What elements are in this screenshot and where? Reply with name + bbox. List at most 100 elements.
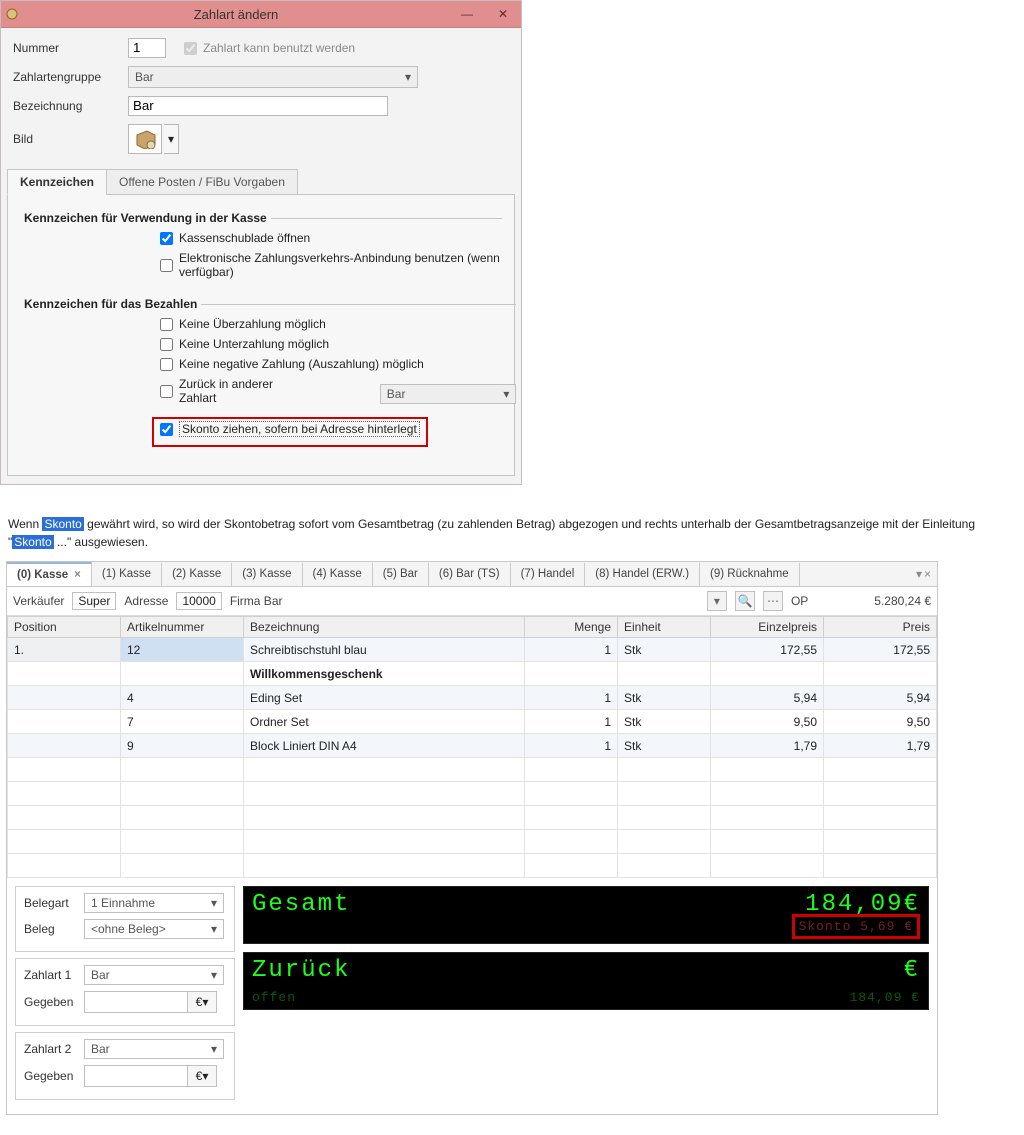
lcd-zurueck: Zurück€ offen184,09 € <box>243 952 929 1010</box>
chevron-down-icon: ▾ <box>211 922 217 936</box>
legend-bezahlen: Kennzeichen für das Bezahlen <box>20 297 201 311</box>
value-adresse[interactable]: 10000 <box>176 592 221 610</box>
highlight-skonto: Skonto <box>12 535 53 549</box>
lcd-offen: offen184,09 € <box>252 990 920 1005</box>
col-artikel[interactable]: Artikelnummer <box>121 617 244 638</box>
pos-tab-2[interactable]: (2) Kasse <box>162 563 232 586</box>
label-gruppe: Zahlartengruppe <box>13 70 128 84</box>
close-button[interactable]: ✕ <box>485 1 521 27</box>
select-zahlart1[interactable]: Bar▾ <box>84 965 224 985</box>
table-row[interactable] <box>8 854 937 878</box>
pos-tab-6[interactable]: (6) Bar (TS) <box>429 563 511 586</box>
pos-tab-9[interactable]: (9) Rücknahme <box>700 563 800 586</box>
col-bez[interactable]: Bezeichnung <box>244 617 525 638</box>
pos-tab-5[interactable]: (5) Bar <box>373 563 429 586</box>
select-zurueck-zahlart[interactable]: Bar▾ <box>380 384 517 404</box>
pos-table[interactable]: Position Artikelnummer Bezeichnung Menge… <box>7 616 937 878</box>
chk-zurueck[interactable]: Zurück in anderer Zahlart <box>160 377 281 405</box>
chk-ueberzahlung[interactable]: Keine Überzahlung möglich <box>160 317 326 331</box>
label-zahlart2: Zahlart 2 <box>24 1042 84 1056</box>
pos-tab-1[interactable]: (1) Kasse <box>92 563 162 586</box>
table-row[interactable] <box>8 758 937 782</box>
chk-elektronisch[interactable]: Elektronische Zahlungsverkehrs-Anbindung… <box>160 251 502 279</box>
more-icon[interactable]: ⋯ <box>763 591 783 611</box>
chevron-down-icon: ▾ <box>211 968 217 982</box>
table-row[interactable] <box>8 830 937 854</box>
col-einheit[interactable]: Einheit <box>618 617 711 638</box>
tab-fibu[interactable]: Offene Posten / FiBu Vorgaben <box>106 169 298 195</box>
select-gruppe[interactable]: Bar ▾ <box>128 66 418 88</box>
highlight-skonto: Skonto <box>42 517 83 531</box>
lcd-gesamt: Gesamt184,09€ Skonto 5,69 € <box>243 886 929 944</box>
close-icon[interactable]: × <box>924 567 931 581</box>
highlight-skonto-option: Skonto ziehen, sofern bei Adresse hinter… <box>152 417 428 447</box>
pos-tabbar: (0) Kasse× (1) Kasse (2) Kasse (3) Kasse… <box>7 562 937 587</box>
input-nummer[interactable] <box>128 38 166 58</box>
image-selector[interactable]: ▾ <box>128 124 179 154</box>
pos-window: (0) Kasse× (1) Kasse (2) Kasse (3) Kasse… <box>6 561 938 1115</box>
label-nummer: Nummer <box>13 41 128 55</box>
chevron-down-icon[interactable]: ▾ <box>164 124 179 154</box>
pos-tab-7[interactable]: (7) Handel <box>511 563 586 586</box>
dropdown-button[interactable]: ▾ <box>707 591 727 611</box>
table-row[interactable] <box>8 782 937 806</box>
tab-content: Kennzeichen für Verwendung in der Kasse … <box>7 194 515 476</box>
chk-schublade[interactable]: Kassenschublade öffnen <box>160 231 310 245</box>
currency-selector[interactable]: € ▾ <box>188 1065 217 1087</box>
dialog-tabs: Kennzeichen Offene Posten / FiBu Vorgabe… <box>7 168 521 194</box>
col-preis[interactable]: Preis <box>824 617 937 638</box>
col-ep[interactable]: Einzelpreis <box>711 617 824 638</box>
label-op: OP <box>791 594 808 608</box>
section-beleg: Belegart 1 Einnahme▾ Beleg <ohne Beleg>▾ <box>15 886 235 952</box>
select-belegart[interactable]: 1 Einnahme▾ <box>84 893 224 913</box>
pos-tab-3[interactable]: (3) Kasse <box>232 563 302 586</box>
dialog-zahlart: Zahlart ändern — ✕ Nummer Zahlart kann b… <box>0 0 522 485</box>
table-row[interactable]: 9Block Liniert DIN A41Stk1,791,79 <box>8 734 937 758</box>
pos-tab-4[interactable]: (4) Kasse <box>303 563 373 586</box>
chk-unterzahlung[interactable]: Keine Unterzahlung möglich <box>160 337 329 351</box>
label-bezeichnung: Bezeichnung <box>13 99 128 113</box>
value-op: 5.280,24 € <box>874 594 931 608</box>
table-row[interactable]: 1.12Schreibtischstuhl blau1Stk172,55172,… <box>8 638 937 662</box>
dropdown-icon[interactable]: ▾ <box>916 567 922 581</box>
input-gegeben2[interactable] <box>84 1065 188 1087</box>
checkbox-can-use: Zahlart kann benutzt werden <box>184 41 355 55</box>
label-firma: Firma Bar <box>230 594 283 608</box>
currency-selector[interactable]: € ▾ <box>188 991 217 1013</box>
legend-kasse: Kennzeichen für Verwendung in der Kasse <box>20 211 271 225</box>
minimize-button[interactable]: — <box>449 1 485 27</box>
close-icon[interactable]: × <box>74 569 81 581</box>
pos-info-line: Verkäufer Super Adresse 10000 Firma Bar … <box>7 587 937 616</box>
section-zahlart2: Zahlart 2 Bar▾ Gegeben € ▾ <box>15 1032 235 1100</box>
chk-skonto[interactable]: Skonto ziehen, sofern bei Adresse hinter… <box>160 421 420 437</box>
value-verkaeufer[interactable]: Super <box>72 592 116 610</box>
pos-tab-0[interactable]: (0) Kasse× <box>7 562 92 586</box>
label-verkaeufer: Verkäufer <box>13 594 64 608</box>
select-beleg[interactable]: <ohne Beleg>▾ <box>84 919 224 939</box>
lcd-skonto-highlight: Skonto 5,69 € <box>792 914 920 939</box>
chevron-down-icon: ▾ <box>211 1042 217 1056</box>
pos-tab-8[interactable]: (8) Handel (ERW.) <box>585 563 700 586</box>
label-zahlart1: Zahlart 1 <box>24 968 84 982</box>
col-menge[interactable]: Menge <box>525 617 618 638</box>
select-zahlart2[interactable]: Bar▾ <box>84 1039 224 1059</box>
input-gegeben1[interactable] <box>84 991 188 1013</box>
input-bezeichnung[interactable] <box>128 96 388 116</box>
col-position[interactable]: Position <box>8 617 121 638</box>
label-adresse: Adresse <box>124 594 168 608</box>
section-zahlart1: Zahlart 1 Bar▾ Gegeben € ▾ <box>15 958 235 1026</box>
chevron-down-icon: ▾ <box>503 387 509 401</box>
label-beleg: Beleg <box>24 922 84 936</box>
label-gegeben2: Gegeben <box>24 1069 84 1083</box>
titlebar[interactable]: Zahlart ändern — ✕ <box>1 1 521 28</box>
chk-negativ[interactable]: Keine negative Zahlung (Auszahlung) mögl… <box>160 357 424 371</box>
table-row[interactable]: Willkommensgeschenk <box>8 662 937 686</box>
label-belegart: Belegart <box>24 896 84 910</box>
table-row[interactable]: 7Ordner Set1Stk9,509,50 <box>8 710 937 734</box>
table-row[interactable] <box>8 806 937 830</box>
table-row[interactable]: 4Eding Set1Stk5,945,94 <box>8 686 937 710</box>
tab-kennzeichen[interactable]: Kennzeichen <box>7 169 107 195</box>
search-icon[interactable]: 🔍 <box>735 591 755 611</box>
chevron-down-icon: ▾ <box>211 896 217 910</box>
label-gegeben1: Gegeben <box>24 995 84 1009</box>
